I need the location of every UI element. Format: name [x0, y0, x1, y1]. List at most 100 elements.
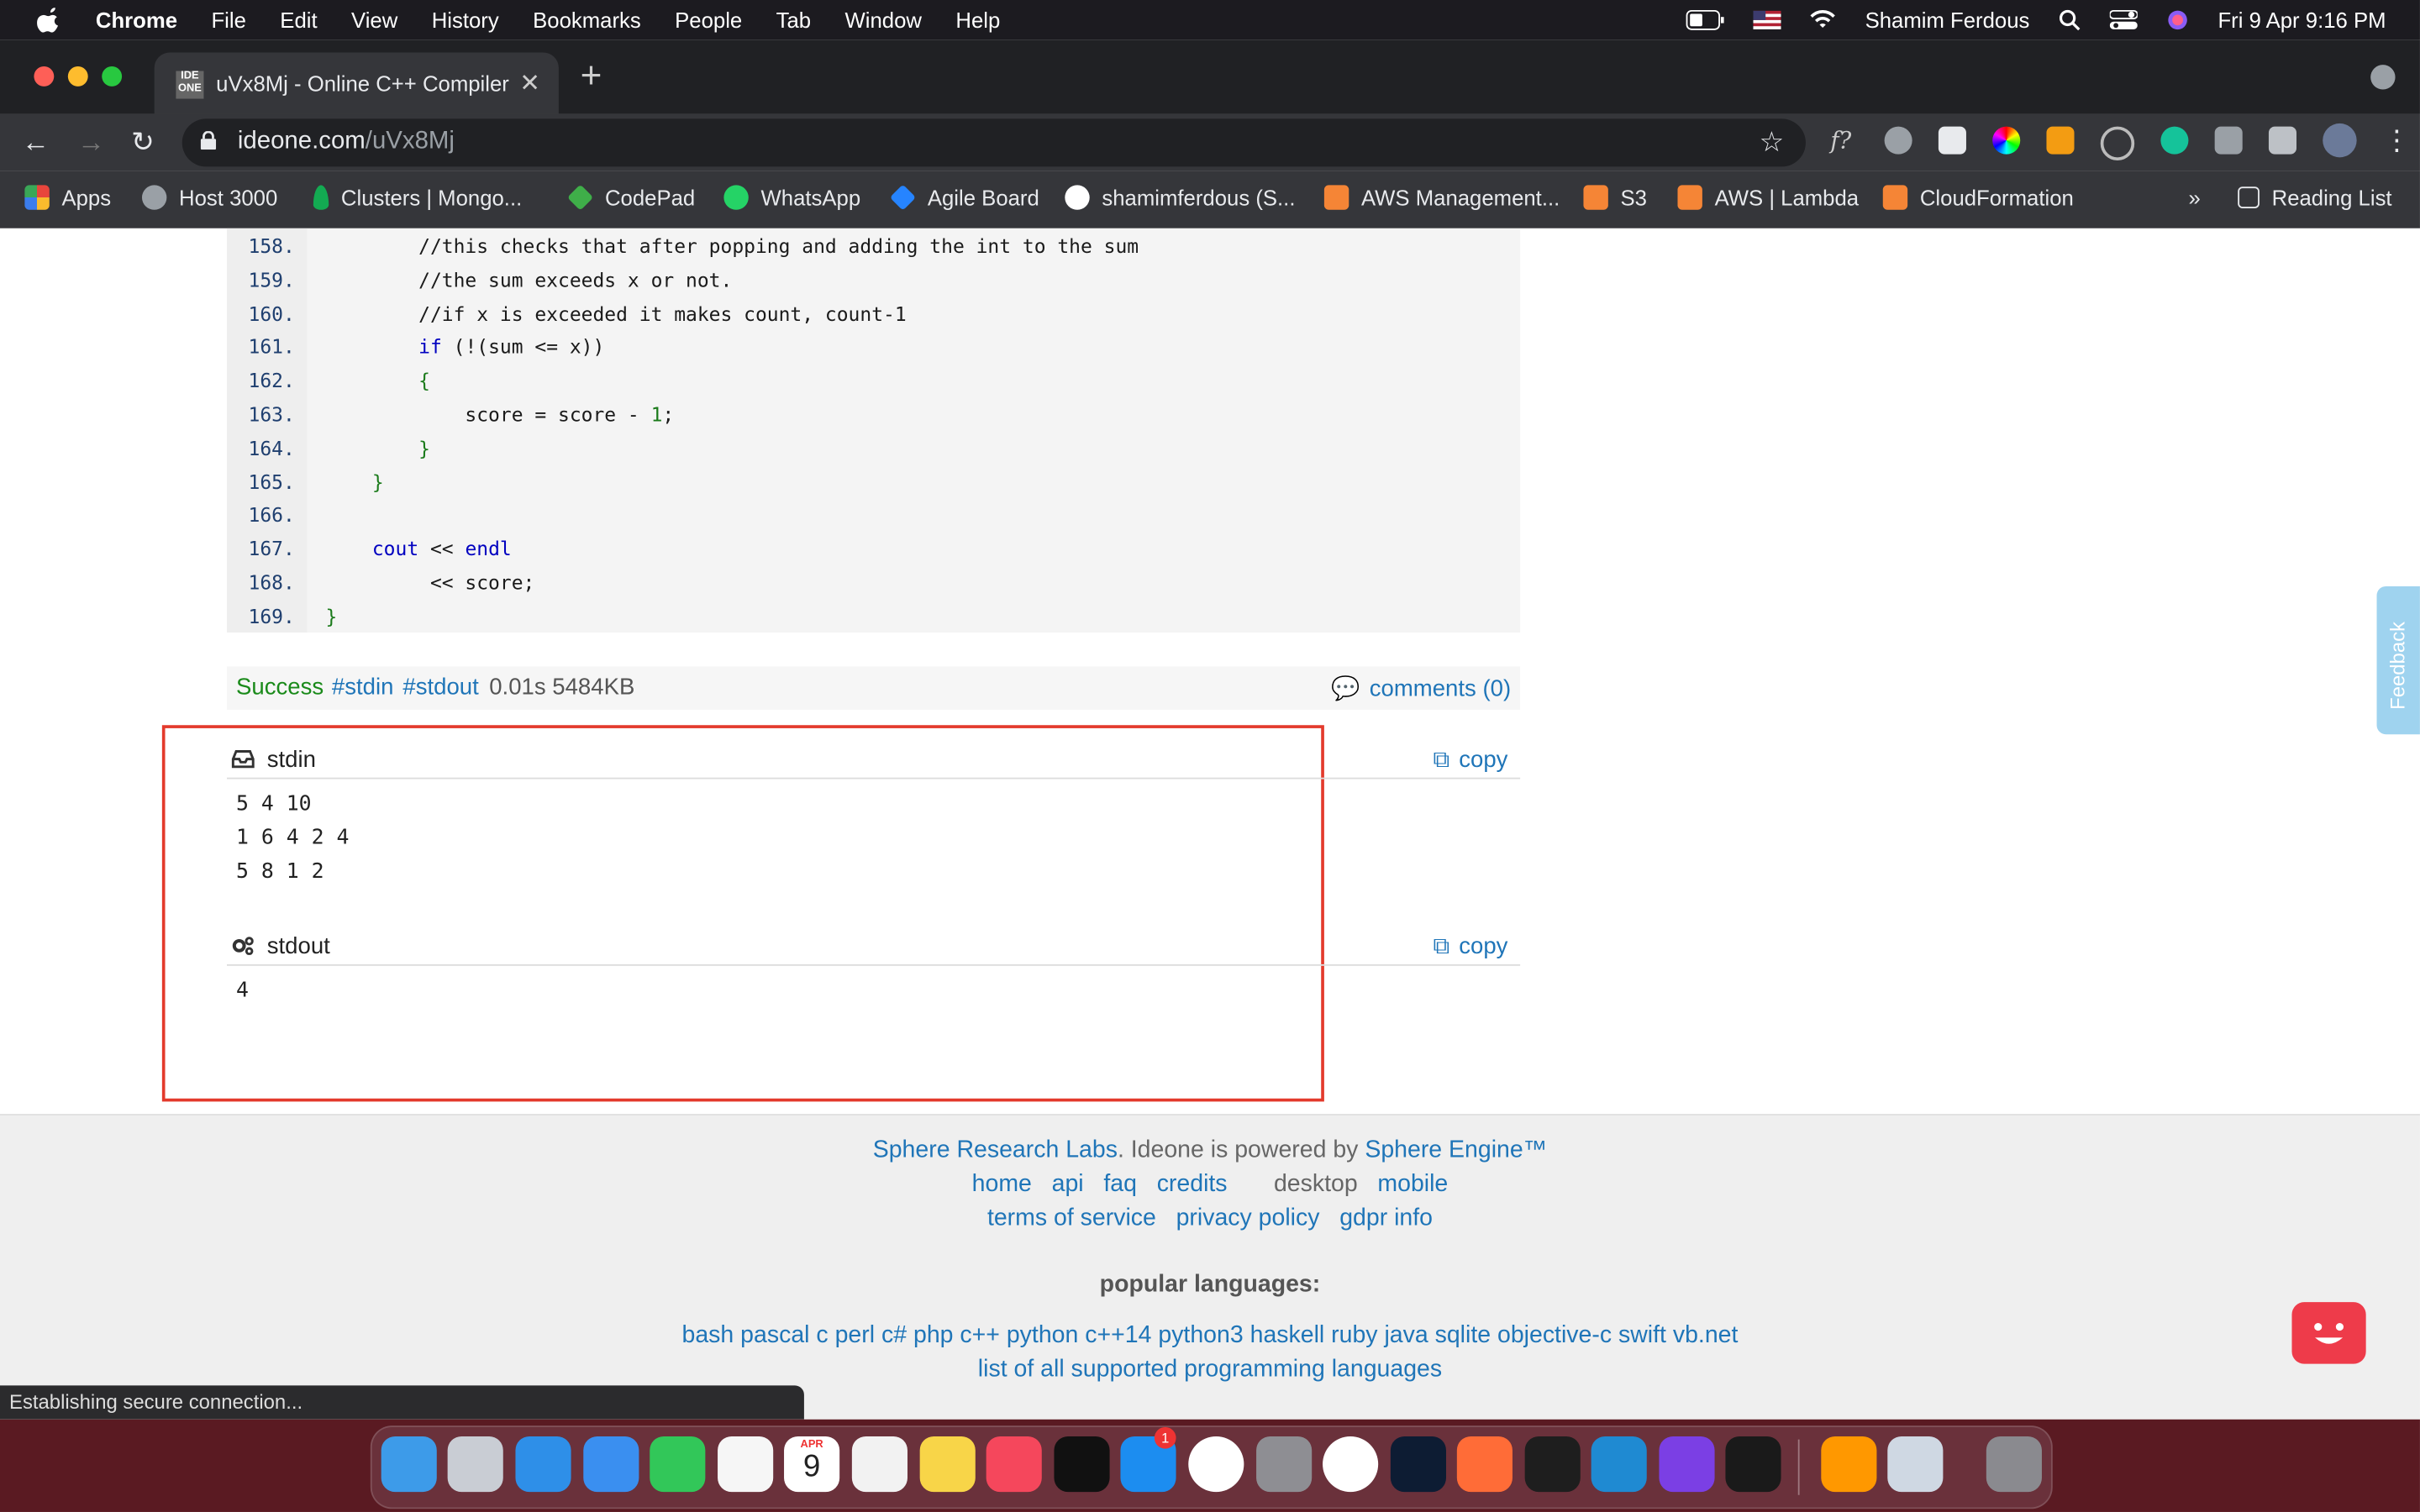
bookmark-mongo-clusters[interactable]: Clusters | Mongo... — [313, 185, 522, 210]
profile-avatar[interactable] — [2323, 123, 2357, 158]
bookmark-codepad[interactable]: CodePad — [567, 184, 695, 211]
footer-api-link[interactable]: api — [1052, 1171, 1084, 1197]
dock-photos-icon[interactable] — [718, 1436, 774, 1493]
language-link[interactable]: bash — [682, 1322, 734, 1348]
bookmark-cloudformation[interactable]: CloudFormation — [1882, 185, 2074, 210]
language-link[interactable]: java — [1384, 1322, 1428, 1348]
dock-calendar-icon[interactable]: APR 9 — [784, 1436, 840, 1493]
menu-view[interactable]: View — [351, 8, 397, 32]
bookmark-star-icon[interactable]: ☆ — [1760, 127, 1785, 160]
extension-cloud-icon[interactable] — [1884, 126, 1912, 155]
footer-credits-link[interactable]: credits — [1157, 1171, 1228, 1197]
comments-link[interactable]: 💬 comments (0) — [1331, 675, 1511, 701]
menu-window[interactable]: Window — [845, 8, 922, 32]
terms-of-service-link[interactable]: terms of service — [987, 1205, 1156, 1231]
bookmark-github[interactable]: shamimferdous (S... — [1065, 185, 1295, 210]
dock-launchpad-icon[interactable] — [447, 1436, 503, 1493]
color-picker-extension-icon[interactable] — [1992, 126, 2021, 155]
stdout-tag-link[interactable]: #stdout — [402, 675, 478, 701]
address-bar[interactable]: ideone.com/uVx8Mj ☆ — [182, 118, 1806, 167]
url-text[interactable]: ideone.com/uVx8Mj — [238, 128, 455, 155]
back-arrow-icon[interactable]: ← — [22, 127, 50, 160]
minimize-window-button[interactable] — [67, 66, 88, 87]
dock-system-preferences-icon[interactable] — [1256, 1436, 1313, 1493]
bookmark-aws-lambda[interactable]: AWS | Lambda — [1677, 185, 1859, 210]
footer-mobile-link[interactable]: mobile — [1377, 1171, 1448, 1197]
bookmark-host-3000[interactable]: Host 3000 — [141, 185, 277, 210]
bookmark-aws-management[interactable]: AWS Management... — [1323, 185, 1560, 210]
sphere-research-labs-link[interactable]: Sphere Research Labs — [873, 1137, 1118, 1163]
all-languages-link[interactable]: list of all supported programming langua… — [978, 1356, 1442, 1382]
tab-close-icon[interactable]: ✕ — [519, 68, 540, 99]
control-center-icon[interactable] — [2109, 9, 2138, 31]
react-devtools-icon[interactable] — [2100, 126, 2135, 161]
dock-preview-icon[interactable] — [1887, 1436, 1944, 1493]
menu-tab[interactable]: Tab — [776, 8, 811, 32]
dock-figma-icon[interactable] — [1524, 1436, 1581, 1493]
camera-extension-icon[interactable] — [2214, 126, 2243, 155]
us-flag-icon[interactable] — [1754, 9, 1782, 31]
menu-file[interactable]: File — [211, 8, 245, 32]
battery-icon[interactable] — [1686, 9, 1727, 31]
menu-help[interactable]: Help — [955, 8, 1000, 32]
bookmark-whatsapp[interactable]: WhatsApp — [723, 185, 860, 210]
feedback-tab[interactable]: Feedback — [2376, 585, 2420, 735]
dock-facetime-icon[interactable] — [650, 1436, 706, 1493]
dock-trash-icon[interactable] — [1986, 1436, 2042, 1493]
bookmark-agile-board[interactable]: Agile Board — [889, 184, 1039, 211]
siri-icon[interactable] — [2165, 9, 2190, 31]
gdpr-info-link[interactable]: gdpr info — [1339, 1205, 1433, 1231]
dock-vscode-icon[interactable] — [1591, 1436, 1647, 1493]
reload-icon[interactable]: ↻ — [131, 127, 155, 160]
language-link[interactable]: perl — [835, 1322, 875, 1348]
extensions-puzzle-icon[interactable] — [2268, 126, 2297, 155]
language-link[interactable]: c++14 — [1085, 1322, 1151, 1348]
language-link[interactable]: php — [913, 1322, 954, 1348]
language-link[interactable]: vb.net — [1673, 1322, 1739, 1348]
language-link[interactable]: python3 — [1158, 1322, 1243, 1348]
dock-apple-tv-icon[interactable] — [1054, 1436, 1110, 1493]
spotlight-search-icon[interactable] — [2057, 9, 2081, 31]
menu-edit[interactable]: Edit — [280, 8, 317, 32]
bookmark-s3[interactable]: S3 — [1583, 185, 1647, 210]
wifi-icon[interactable] — [1809, 9, 1837, 31]
browser-tab-active[interactable]: IDE ONE uVx8Mj - Online C++ Compiler ✕ — [154, 52, 559, 114]
forward-arrow-icon[interactable]: → — [77, 127, 105, 160]
stdout-copy-button[interactable]: ⧉ copy — [1434, 933, 1508, 959]
reading-list-button[interactable]: Reading List — [2238, 185, 2392, 210]
dock-safari-icon[interactable] — [515, 1436, 571, 1493]
menu-bookmarks[interactable]: Bookmarks — [533, 8, 641, 32]
dock-mail-icon[interactable] — [583, 1436, 639, 1493]
language-link[interactable]: swift — [1618, 1322, 1666, 1348]
dock-mongodb-compass-icon[interactable] — [1188, 1436, 1244, 1493]
dock-sublime-text-icon[interactable] — [1821, 1436, 1877, 1493]
dock-finder-icon[interactable] — [381, 1436, 437, 1493]
apple-logo-icon[interactable] — [37, 8, 61, 33]
maximize-window-button[interactable] — [102, 66, 123, 87]
dock-chrome-icon[interactable] — [1323, 1436, 1379, 1493]
fx-extension-icon[interactable]: f? — [1830, 127, 1858, 155]
dock-reminders-icon[interactable] — [851, 1436, 908, 1493]
dock-postman-icon[interactable] — [1456, 1436, 1512, 1493]
footer-home-link[interactable]: home — [972, 1171, 1032, 1197]
stdin-tag-link[interactable]: #stdin — [332, 675, 394, 701]
menu-history[interactable]: History — [432, 8, 499, 32]
dock-music-icon[interactable] — [986, 1436, 1042, 1493]
language-link[interactable]: c — [816, 1322, 828, 1348]
language-link[interactable]: ruby — [1331, 1322, 1377, 1348]
language-link[interactable]: python — [1007, 1322, 1078, 1348]
dock-intellij-icon[interactable] — [1659, 1436, 1715, 1493]
language-link[interactable]: c++ — [960, 1322, 999, 1348]
bookmarks-overflow-chevron-icon[interactable]: » — [2188, 185, 2200, 209]
sphere-engine-link[interactable]: Sphere Engine™ — [1365, 1137, 1547, 1163]
grammarly-icon[interactable] — [2160, 126, 2189, 155]
bookmark-apps[interactable]: Apps — [24, 185, 111, 210]
lock-icon[interactable] — [200, 131, 217, 150]
privacy-policy-link[interactable]: privacy policy — [1176, 1205, 1320, 1231]
chrome-menu-icon[interactable]: ⋮ — [2383, 127, 2411, 155]
dock-notes-icon[interactable] — [919, 1436, 976, 1493]
chat-widget-button[interactable] — [2291, 1302, 2366, 1364]
close-window-button[interactable] — [34, 66, 55, 87]
language-link[interactable]: sqlite — [1435, 1322, 1491, 1348]
language-link[interactable]: objective-c — [1497, 1322, 1612, 1348]
